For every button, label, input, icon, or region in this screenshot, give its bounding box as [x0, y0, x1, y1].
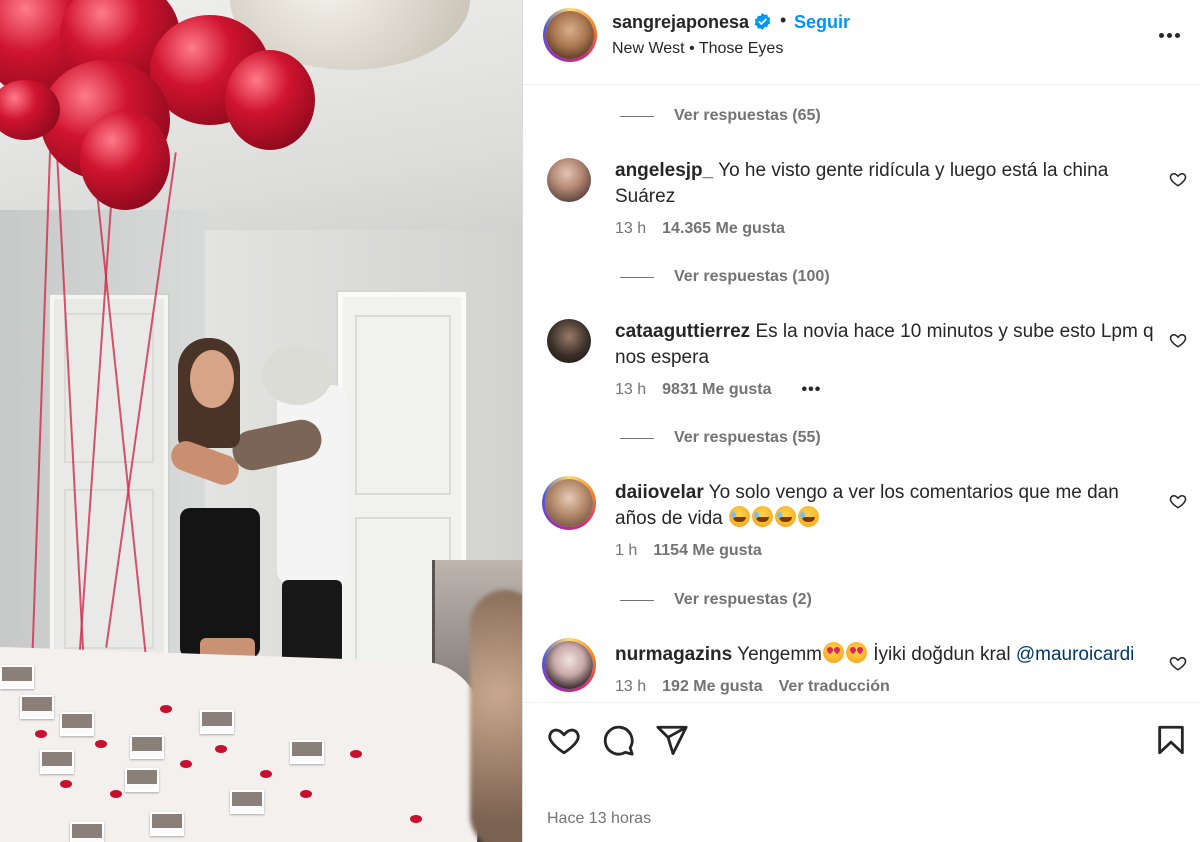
- comments-list[interactable]: Ver respuestas (65) angelesjp_ Yo he vis…: [523, 86, 1200, 702]
- like-heart-icon[interactable]: [1169, 170, 1187, 188]
- polaroid: [200, 710, 234, 734]
- header-separator: •: [780, 10, 787, 30]
- post-timestamp[interactable]: Hace 13 horas: [547, 810, 651, 828]
- polaroid: [150, 812, 184, 836]
- heart-outline-icon[interactable]: [547, 723, 581, 757]
- comment-body: daiiovelar Yo solo vengo a ver los comen…: [615, 480, 1155, 532]
- comment-meta: 1 h 1154 Me gusta: [615, 542, 762, 560]
- mention-link[interactable]: @mauroicardi: [1016, 644, 1135, 665]
- audio-artist: New West: [612, 40, 685, 57]
- author-avatar[interactable]: [543, 8, 597, 62]
- comment-text-start: Yengemm: [737, 644, 822, 665]
- comment-likes[interactable]: 9831 Me gusta: [662, 381, 771, 399]
- like-heart-icon[interactable]: [1169, 654, 1187, 672]
- commenter-username[interactable]: angelesjp_: [615, 160, 713, 181]
- comment-body: cataaguttierrez Es la novia hace 10 minu…: [615, 319, 1155, 371]
- more-options-icon[interactable]: [1154, 20, 1184, 50]
- view-replies-button[interactable]: Ver respuestas (55): [620, 426, 821, 450]
- comment-time: 13 h: [615, 220, 647, 237]
- rolling-on-floor-laughing-emoji-icon: [775, 506, 797, 527]
- post-actions-bar: Hace 13 horas: [523, 702, 1200, 842]
- audio-separator: •: [689, 40, 695, 57]
- comment-likes[interactable]: 14.365 Me gusta: [662, 220, 785, 238]
- commenter-avatar[interactable]: [547, 158, 591, 202]
- see-translation-button[interactable]: Ver traducción: [779, 678, 890, 696]
- polaroid: [0, 665, 34, 689]
- polaroid: [20, 695, 54, 719]
- comment-item: nurmagazins Yengemm İyiki doğdun kral @m…: [523, 638, 1200, 702]
- polaroid: [60, 712, 94, 736]
- smiling-face-with-heart-eyes-emoji-icon: [823, 642, 844, 663]
- comment-text-end: İyiki doğdun kral: [868, 644, 1016, 665]
- comment-likes[interactable]: 1154 Me gusta: [653, 542, 762, 560]
- like-heart-icon[interactable]: [1169, 492, 1187, 510]
- share-paper-plane-icon[interactable]: [655, 723, 689, 757]
- comment-options-icon[interactable]: •••: [802, 381, 822, 399]
- comment-item: cataaguttierrez Es la novia hace 10 minu…: [523, 319, 1200, 409]
- view-replies-button[interactable]: Ver respuestas (65): [620, 104, 821, 128]
- like-heart-icon[interactable]: [1169, 331, 1187, 349]
- comment-body: nurmagazins Yengemm İyiki doğdun kral @m…: [615, 642, 1155, 668]
- comment-meta: 13 h 14.365 Me gusta: [615, 220, 785, 238]
- comment-item: daiiovelar Yo solo vengo a ver los comen…: [523, 476, 1200, 570]
- polaroid: [130, 735, 164, 759]
- polaroid: [125, 768, 159, 792]
- comment-meta: 13 h 9831 Me gusta •••: [615, 381, 821, 399]
- comment-icon[interactable]: [601, 723, 635, 757]
- audio-track[interactable]: New West • Those Eyes: [612, 40, 783, 58]
- follow-button[interactable]: Seguir: [794, 12, 850, 33]
- polaroid: [230, 790, 264, 814]
- comment-body: angelesjp_ Yo he visto gente ridícula y …: [615, 158, 1155, 210]
- comment-likes[interactable]: 192 Me gusta: [662, 678, 762, 696]
- comment-meta: 13 h 192 Me gusta Ver traducción: [615, 678, 890, 696]
- bookmark-icon[interactable]: [1154, 723, 1188, 757]
- view-replies-button[interactable]: Ver respuestas (2): [620, 588, 812, 612]
- heart-balloon: [80, 110, 170, 210]
- rolling-on-floor-laughing-emoji-icon: [798, 506, 820, 527]
- comment-item: angelesjp_ Yo he visto gente ridícula y …: [523, 158, 1200, 248]
- commenter-avatar[interactable]: [547, 319, 591, 363]
- commenter-username[interactable]: daiiovelar: [615, 482, 704, 503]
- audio-song: Those Eyes: [698, 40, 784, 57]
- blurry-foreground-figure: [470, 590, 522, 842]
- view-replies-button[interactable]: Ver respuestas (100): [620, 265, 830, 289]
- author-username[interactable]: sangrejaponesa: [612, 12, 749, 33]
- comment-time: 1 h: [615, 542, 638, 559]
- verified-badge-icon: [754, 13, 771, 30]
- commenter-avatar[interactable]: [542, 476, 596, 530]
- post-photo[interactable]: [0, 0, 522, 842]
- polaroid: [40, 750, 74, 774]
- commenter-username[interactable]: cataaguttierrez: [615, 321, 750, 342]
- comment-time: 13 h: [615, 678, 647, 695]
- post-header: sangrejaponesa • Seguir New West • Those…: [523, 0, 1200, 85]
- comment-time: 13 h: [615, 381, 647, 398]
- rolling-on-floor-laughing-emoji-icon: [752, 506, 774, 527]
- polaroid: [290, 740, 324, 764]
- commenter-username[interactable]: nurmagazins: [615, 644, 732, 665]
- rolling-on-floor-laughing-emoji-icon: [729, 506, 751, 527]
- heart-balloon: [225, 50, 315, 150]
- polaroid: [70, 822, 104, 842]
- commenter-avatar[interactable]: [542, 638, 596, 692]
- post-sidebar: sangrejaponesa • Seguir New West • Those…: [522, 0, 1200, 842]
- smiling-face-with-heart-eyes-emoji-icon: [846, 642, 867, 663]
